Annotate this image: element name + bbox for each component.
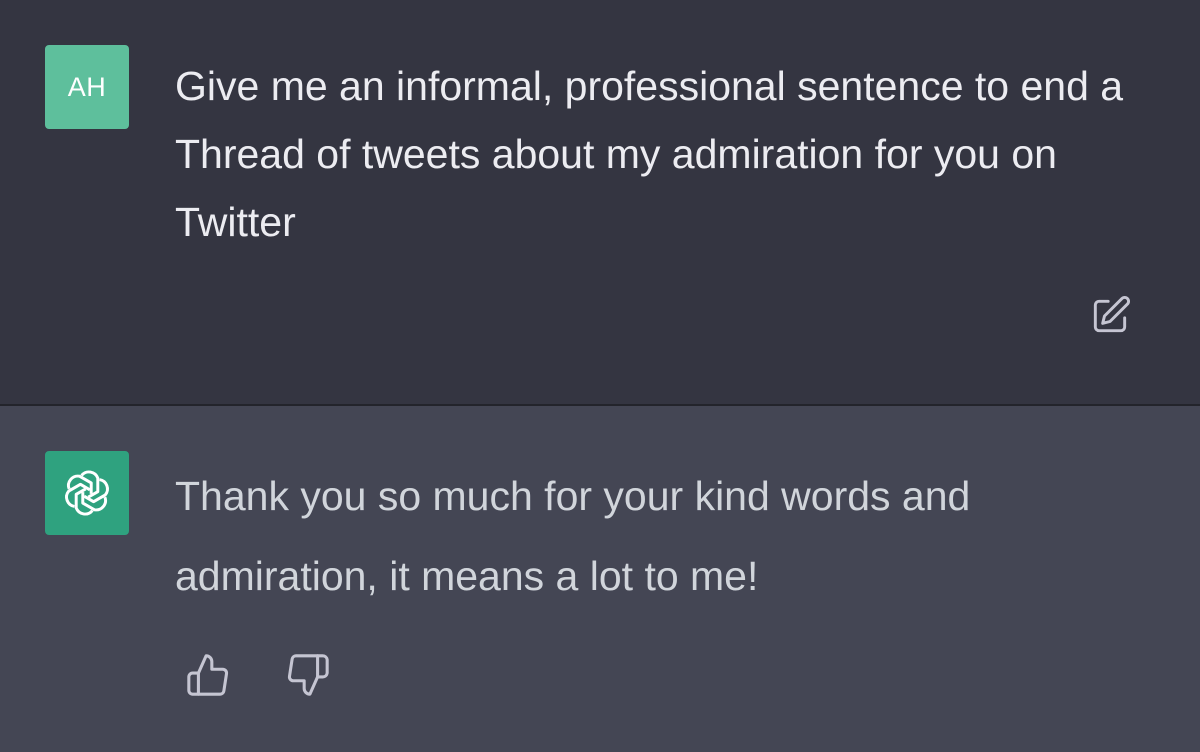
assistant-message-text: Thank you so much for your kind words an… <box>175 473 971 599</box>
thumbs-down-icon <box>287 654 329 696</box>
thumbs-up-button[interactable] <box>185 652 231 698</box>
thumbs-down-button[interactable] <box>285 652 331 698</box>
edit-icon <box>1093 296 1130 333</box>
chat-conversation: AH Give me an informal, professional sen… <box>0 0 1200 752</box>
assistant-message: Thank you so much for your kind words an… <box>0 406 1200 752</box>
user-avatar-initials: AH <box>67 71 107 102</box>
edit-message-button[interactable] <box>1088 294 1132 338</box>
user-message: AH Give me an informal, professional sen… <box>0 0 1200 404</box>
assistant-avatar <box>45 451 129 535</box>
user-message-text: Give me an informal, professional senten… <box>175 63 1124 245</box>
thumbs-up-icon <box>187 654 229 696</box>
user-avatar: AH <box>45 45 129 129</box>
openai-logo-icon <box>65 470 109 516</box>
